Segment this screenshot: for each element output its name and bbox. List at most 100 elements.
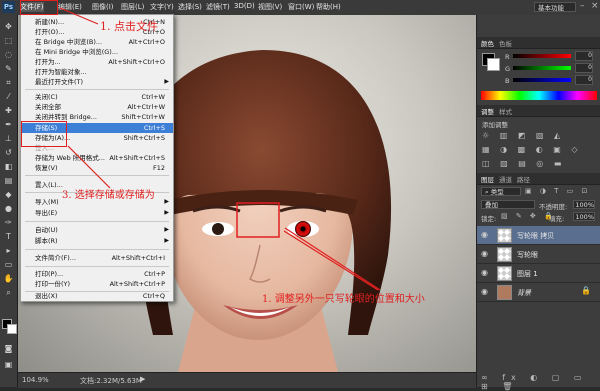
menu-separator <box>25 175 169 176</box>
menu-item-browse-bridge[interactable]: 在 Bridge 中浏览(B)... Alt+Ctrl+O <box>21 37 173 47</box>
status-arrow-icon[interactable]: ▶ <box>140 375 145 383</box>
layer-filter-icons[interactable]: ▣ ◑ T ▭ ⊡ <box>525 187 590 195</box>
tab-layers[interactable]: 图层 <box>481 174 494 184</box>
submenu-arrow-icon: ▶ <box>164 198 169 205</box>
menu-view[interactable]: 视图(V) <box>258 2 282 12</box>
eyedropper-tool-icon[interactable]: ⁄ <box>3 91 14 102</box>
blur-tool-icon[interactable]: ◆ <box>3 189 14 200</box>
menu-layer[interactable]: 图层(L) <box>121 2 144 12</box>
menu-help[interactable]: 帮助(H) <box>316 2 341 12</box>
menu-window[interactable]: 窗口(W) <box>288 2 314 12</box>
brush-tool-icon[interactable]: ✒ <box>3 119 14 130</box>
color-slider-r[interactable]: R 0 <box>505 51 593 61</box>
menu-item-close[interactable]: 关闭(C) Ctrl+W <box>21 92 173 102</box>
menu-item-print[interactable]: 打印(P)... Ctrl+P <box>21 269 173 279</box>
blend-mode-select[interactable]: 叠加 <box>481 200 535 209</box>
quick-select-tool-icon[interactable]: ✎ <box>3 63 14 74</box>
menu-3d[interactable]: 3D(D) <box>234 2 255 10</box>
save-items-highlight-box <box>21 121 67 147</box>
zoom-level[interactable]: 104.9% <box>22 376 49 384</box>
menu-item-save-for-web[interactable]: 存储为 Web 所用格式... Alt+Shift+Ctrl+S <box>21 153 173 163</box>
tab-styles[interactable]: 样式 <box>499 106 512 116</box>
menu-filter[interactable]: 滤镜(T) <box>206 2 230 12</box>
menu-separator <box>25 221 169 222</box>
layer-filter-select[interactable]: ⌕ 类型 <box>481 187 521 196</box>
clone-stamp-icon[interactable]: ⊥ <box>3 133 14 144</box>
submenu-arrow-icon: ▶ <box>164 209 169 216</box>
layer-row-background[interactable]: ◉ 背景 🔒 <box>477 283 600 302</box>
crop-tool-icon[interactable]: ⌗ <box>3 77 14 88</box>
path-select-icon[interactable]: ▸ <box>3 245 14 256</box>
pen-tool-icon[interactable]: ✑ <box>3 217 14 228</box>
layer-name: 背景 <box>517 289 531 297</box>
minimize-icon[interactable]: – <box>580 1 585 11</box>
menu-image[interactable]: 图像(I) <box>92 2 114 12</box>
eye-icon[interactable]: ◉ <box>481 287 491 297</box>
layer-name: 写轮眼 <box>517 251 538 259</box>
hand-tool-icon[interactable]: ✋ <box>3 273 14 284</box>
right-panels: 颜色 色板 R 0 G 0 B 0 调整 样式 添加调整 ☼ ▥ ◩ ▧ ◭ ▦… <box>476 15 600 391</box>
menu-item-browse-mini-bridge[interactable]: 在 Mini Bridge 中浏览(G)... <box>21 47 173 57</box>
menu-item-file-info[interactable]: 文件简介(F)... Alt+Shift+Ctrl+I <box>21 253 173 263</box>
adjust-icons-row1[interactable]: ☼ ▥ ◩ ▧ ◭ <box>482 131 564 140</box>
screen-mode-icon[interactable]: ▣ <box>3 359 14 370</box>
adjust-icons-row2[interactable]: ▦ ◑ ▩ ◐ ▣ ◇ <box>482 145 582 154</box>
menu-item-open-as[interactable]: 打开为... Alt+Shift+Ctrl+O <box>21 57 173 67</box>
adjust-icons-row3[interactable]: ◫ ▨ ▤ ◎ ▬ <box>482 159 565 168</box>
layer-name: 写轮眼 拷贝 <box>517 232 555 240</box>
workspace-select[interactable]: 基本功能 <box>534 2 576 12</box>
marquee-tool-icon[interactable]: ⬚ <box>3 35 14 46</box>
eye-icon[interactable]: ◉ <box>481 249 491 259</box>
background-color-swatch[interactable] <box>7 324 17 334</box>
tab-adjustments[interactable]: 调整 <box>481 106 494 116</box>
healing-brush-icon[interactable]: ✚ <box>3 105 14 116</box>
tab-swatches[interactable]: 色板 <box>499 38 512 48</box>
tools-panel: ✥ ⬚ ◌ ✎ ⌗ ⁄ ✚ ✒ ⊥ ↺ ◧ ▤ ◆ ● ✑ T ▸ ▭ ✋ ⌕ … <box>0 15 18 387</box>
tab-channels[interactable]: 通道 <box>499 174 512 184</box>
close-icon[interactable]: × <box>591 1 599 11</box>
fill-field[interactable]: 100% <box>573 212 595 221</box>
eye-icon[interactable]: ◉ <box>481 268 491 278</box>
menu-item-print-one-copy[interactable]: 打印一份(Y) Alt+Shift+Ctrl+P <box>21 279 173 289</box>
menu-select[interactable]: 选择(S) <box>178 2 202 12</box>
color-bg-swatch[interactable] <box>487 58 500 71</box>
lasso-tool-icon[interactable]: ◌ <box>3 49 14 60</box>
menu-item-recent[interactable]: 最近打开文件(T) ▶ <box>21 77 173 87</box>
color-slider-g[interactable]: G 0 <box>505 63 593 73</box>
menu-item-automate[interactable]: 自动(U) ▶ <box>21 225 173 235</box>
gradient-tool-icon[interactable]: ▤ <box>3 175 14 186</box>
move-tool-icon[interactable]: ✥ <box>3 21 14 32</box>
opacity-field[interactable]: 100% <box>573 200 595 209</box>
file-menu-dropdown: 新建(N)... Ctrl+N 打开(O)... Ctrl+O 在 Bridge 中… <box>20 14 174 302</box>
quick-mask-icon[interactable]: ◙ <box>3 343 14 354</box>
menu-item-exit[interactable]: 退出(X) Ctrl+Q <box>21 291 173 301</box>
dodge-tool-icon[interactable]: ● <box>3 203 14 214</box>
menu-item-open-smart-object[interactable]: 打开为智能对象... <box>21 67 173 77</box>
annotation-step-adjust-eye: 1. 调整另外一只写轮眼的位置和大小 <box>262 294 425 305</box>
layer-row-sharingan[interactable]: ◉ 写轮眼 <box>477 245 600 264</box>
tab-paths[interactable]: 路径 <box>517 174 530 184</box>
color-slider-b[interactable]: B 0 <box>505 75 593 85</box>
menu-separator <box>25 249 169 250</box>
menu-item-close-all[interactable]: 关闭全部 Alt+Ctrl+W <box>21 102 173 112</box>
layer-row-sharingan-copy[interactable]: ◉ 写轮眼 拷贝 <box>477 226 600 245</box>
menu-edit[interactable]: 编辑(E) <box>58 2 82 12</box>
menu-item-revert[interactable]: 恢复(V) F12 <box>21 163 173 173</box>
history-brush-icon[interactable]: ↺ <box>3 147 14 158</box>
menu-type[interactable]: 文字(Y) <box>150 2 174 12</box>
lock-icons[interactable]: ▨ ✎ ✥ 🔒 <box>501 212 556 220</box>
zoom-tool-icon[interactable]: ⌕ <box>3 287 14 298</box>
color-spectrum-bar[interactable] <box>481 91 597 100</box>
menu-item-export[interactable]: 导出(E) ▶ <box>21 208 173 218</box>
menu-item-scripts[interactable]: 脚本(R) ▶ <box>21 236 173 246</box>
lock-label: 锁定: <box>481 215 497 223</box>
shape-tool-icon[interactable]: ▭ <box>3 259 14 270</box>
eye-icon[interactable]: ◉ <box>481 230 491 240</box>
status-bar: 104.9% 文档:2.32M/5.63M ▶ <box>18 372 476 388</box>
type-tool-icon[interactable]: T <box>3 231 14 242</box>
eraser-tool-icon[interactable]: ◧ <box>3 161 14 172</box>
tab-color[interactable]: 颜色 <box>481 38 494 48</box>
layers-footer-icons[interactable]: ∞ fx ◐ ▢ ▭ ⊞ 🗑 <box>481 373 600 391</box>
layer-row-layer1[interactable]: ◉ 图层 1 <box>477 264 600 283</box>
lock-icon: 🔒 <box>581 286 591 295</box>
